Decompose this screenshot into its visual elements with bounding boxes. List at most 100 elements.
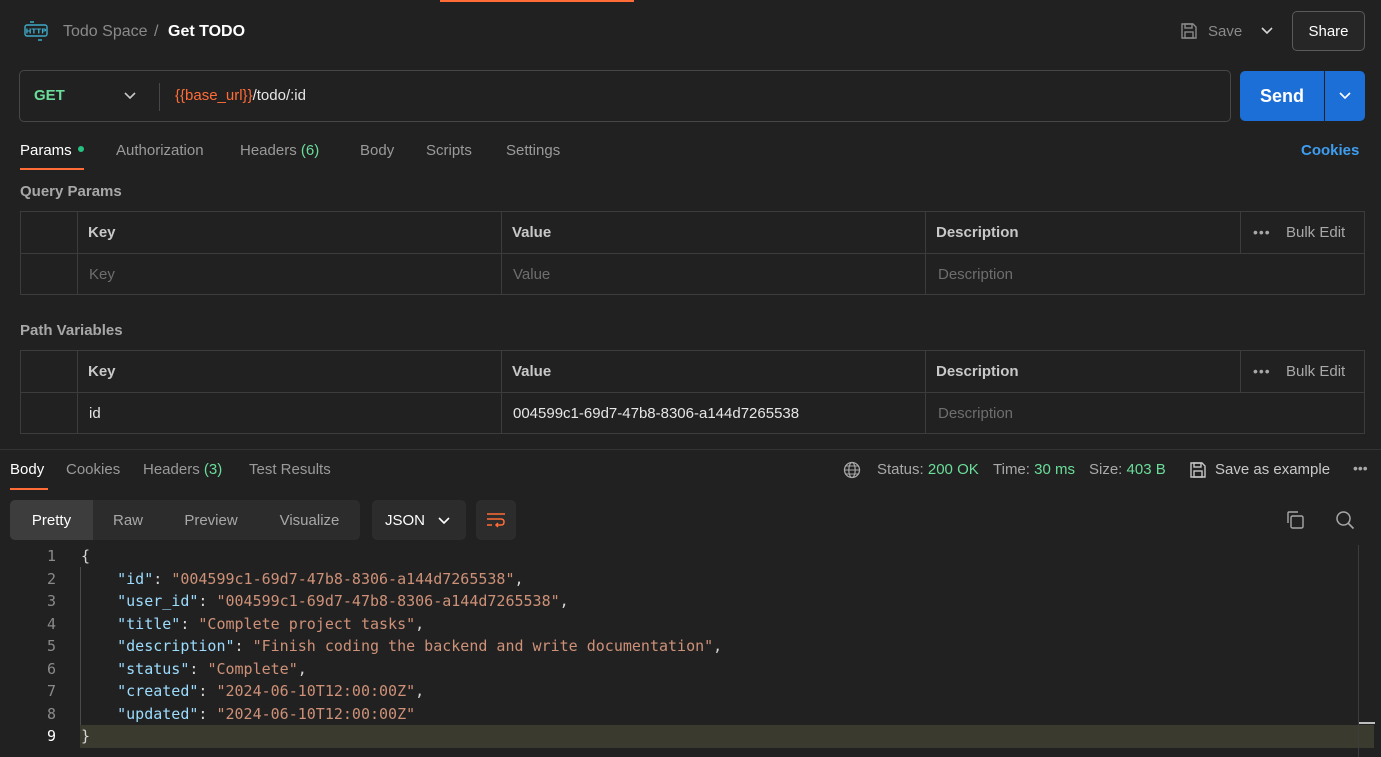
time-value: 30 ms xyxy=(1034,461,1075,478)
json-key: "status" xyxy=(117,659,190,678)
time-indicator: Time: 30 ms xyxy=(993,460,1075,480)
code-line: "id": "004599c1-69d7-47b8-8306-a144d7265… xyxy=(117,569,524,588)
scrollbar-thumb[interactable] xyxy=(1359,722,1375,724)
view-preview-button[interactable]: Preview xyxy=(163,500,259,540)
column-header-value: Value xyxy=(512,224,552,241)
path-variables-title: Path Variables xyxy=(20,322,123,339)
more-options-icon[interactable]: ••• xyxy=(1353,460,1368,476)
line-number: 2 xyxy=(46,569,56,588)
tab-headers[interactable]: Headers (6) xyxy=(240,141,319,161)
tab-params-label: Params xyxy=(20,142,72,159)
json-value: "2024-06-10T12:00:00Z" xyxy=(216,682,416,700)
json-value: "2024-06-10T12:00:00Z" xyxy=(216,704,416,723)
json-punct: , xyxy=(415,614,425,633)
key-input[interactable]: Key xyxy=(89,266,115,284)
response-body-editor[interactable]: 1 { 2 "id": "004599c1-69d7-47b8-8306-a14… xyxy=(0,545,1381,757)
request-title[interactable]: Get TODO xyxy=(168,22,245,42)
word-wrap-button[interactable] xyxy=(476,500,516,540)
column-header-value: Value xyxy=(512,363,552,380)
url-variable: {{base_url}} xyxy=(175,87,253,104)
json-key: "created" xyxy=(117,682,199,700)
tab-params[interactable]: Params xyxy=(20,141,84,161)
view-visualize-button[interactable]: Visualize xyxy=(259,500,360,540)
format-select[interactable]: JSON xyxy=(372,500,466,540)
tab-settings[interactable]: Settings xyxy=(506,141,560,161)
line-number: 3 xyxy=(46,592,56,610)
table-header-row: Key Value Description ••• Bulk Edit xyxy=(21,212,1364,253)
bulk-edit-button[interactable]: Bulk Edit xyxy=(1286,363,1345,380)
status-indicator: Status: 200 OK xyxy=(877,460,979,480)
bulk-edit-button[interactable]: Bulk Edit xyxy=(1286,224,1345,241)
json-punct: , xyxy=(415,682,425,700)
table-header-row: Key Value Description ••• Bulk Edit xyxy=(21,351,1364,392)
save-icon xyxy=(1190,462,1206,478)
tab-authorization[interactable]: Authorization xyxy=(116,141,204,161)
query-params-table: Key Value Description ••• Bulk Edit Key … xyxy=(20,211,1365,295)
code-line: { xyxy=(81,547,91,565)
code-line: "updated": "2024-06-10T12:00:00Z" xyxy=(117,704,416,723)
code-line: "created": "2024-06-10T12:00:00Z", xyxy=(117,682,425,700)
tab-body[interactable]: Body xyxy=(360,141,394,161)
params-indicator-dot xyxy=(77,146,84,153)
description-input[interactable]: Description xyxy=(938,405,1013,423)
response-tab-headers[interactable]: Headers (3) xyxy=(143,460,222,480)
url-input[interactable]: {{base_url}}/todo/:id xyxy=(175,87,306,104)
response-tab-underline xyxy=(10,488,48,490)
search-icon[interactable] xyxy=(1335,510,1355,530)
line-number: 5 xyxy=(46,637,56,655)
description-input[interactable]: Description xyxy=(938,266,1013,284)
json-value: "Complete project tasks" xyxy=(198,614,416,633)
send-options-button[interactable] xyxy=(1325,71,1365,121)
tab-headers-label: Headers xyxy=(240,142,297,159)
send-button[interactable]: Send xyxy=(1240,71,1324,121)
save-icon xyxy=(1181,23,1197,39)
globe-icon[interactable] xyxy=(843,461,861,479)
view-mode-group: Pretty Raw Preview Visualize xyxy=(10,500,360,540)
json-punct: , xyxy=(514,569,524,588)
word-wrap-icon xyxy=(487,513,505,528)
chevron-down-icon[interactable] xyxy=(122,88,138,104)
view-pretty-button[interactable]: Pretty xyxy=(10,500,93,540)
table-row: id 004599c1-69d7-47b8-8306-a144d7265538 … xyxy=(21,392,1364,433)
code-line: "title": "Complete project tasks", xyxy=(117,614,425,633)
json-key: "user_id" xyxy=(117,592,199,610)
chevron-down-icon xyxy=(438,517,450,525)
chevron-down-icon[interactable] xyxy=(1258,23,1276,39)
json-punct: , xyxy=(713,637,723,655)
query-params-title: Query Params xyxy=(20,183,122,200)
response-divider[interactable] xyxy=(0,449,1381,450)
method-select[interactable]: GET xyxy=(34,87,65,104)
json-key: "description" xyxy=(117,637,235,655)
share-button[interactable]: Share xyxy=(1292,11,1365,51)
code-line: "description": "Finish coding the backen… xyxy=(117,637,723,655)
view-raw-button[interactable]: Raw xyxy=(93,500,163,540)
tab-scripts[interactable]: Scripts xyxy=(426,141,472,161)
response-tab-test-results[interactable]: Test Results xyxy=(249,460,331,480)
more-options-icon[interactable]: ••• xyxy=(1253,224,1271,240)
code-line: } xyxy=(81,727,91,745)
response-headers-label: Headers xyxy=(143,461,200,478)
save-as-example-button[interactable]: Save as example xyxy=(1189,460,1330,480)
save-button[interactable]: Save xyxy=(1180,20,1242,42)
json-value: "Complete" xyxy=(207,659,298,678)
size-indicator: Size: 403 B xyxy=(1089,460,1166,480)
save-label: Save xyxy=(1208,22,1243,40)
path-variable-value[interactable]: 004599c1-69d7-47b8-8306-a144d7265538 xyxy=(513,405,799,423)
json-punct: , xyxy=(559,592,569,610)
json-value: "004599c1-69d7-47b8-8306-a144d7265538" xyxy=(171,569,515,588)
editor-scrollbar[interactable] xyxy=(1358,545,1359,757)
more-options-icon[interactable]: ••• xyxy=(1253,363,1271,379)
path-variable-key[interactable]: id xyxy=(89,405,101,423)
tab-active-underline xyxy=(20,168,84,170)
response-tab-cookies[interactable]: Cookies xyxy=(66,460,120,480)
svg-text:HTTP: HTTP xyxy=(26,28,47,36)
code-line: "user_id": "004599c1-69d7-47b8-8306-a144… xyxy=(117,592,569,610)
value-input[interactable]: Value xyxy=(513,266,550,284)
line-number: 4 xyxy=(46,614,56,633)
copy-icon[interactable] xyxy=(1285,510,1305,530)
line-number: 8 xyxy=(46,704,56,723)
code-line: "status": "Complete", xyxy=(117,659,307,678)
response-tab-body[interactable]: Body xyxy=(10,460,44,480)
breadcrumb-workspace[interactable]: Todo Space xyxy=(63,22,148,42)
cookies-link[interactable]: Cookies xyxy=(1301,141,1359,161)
